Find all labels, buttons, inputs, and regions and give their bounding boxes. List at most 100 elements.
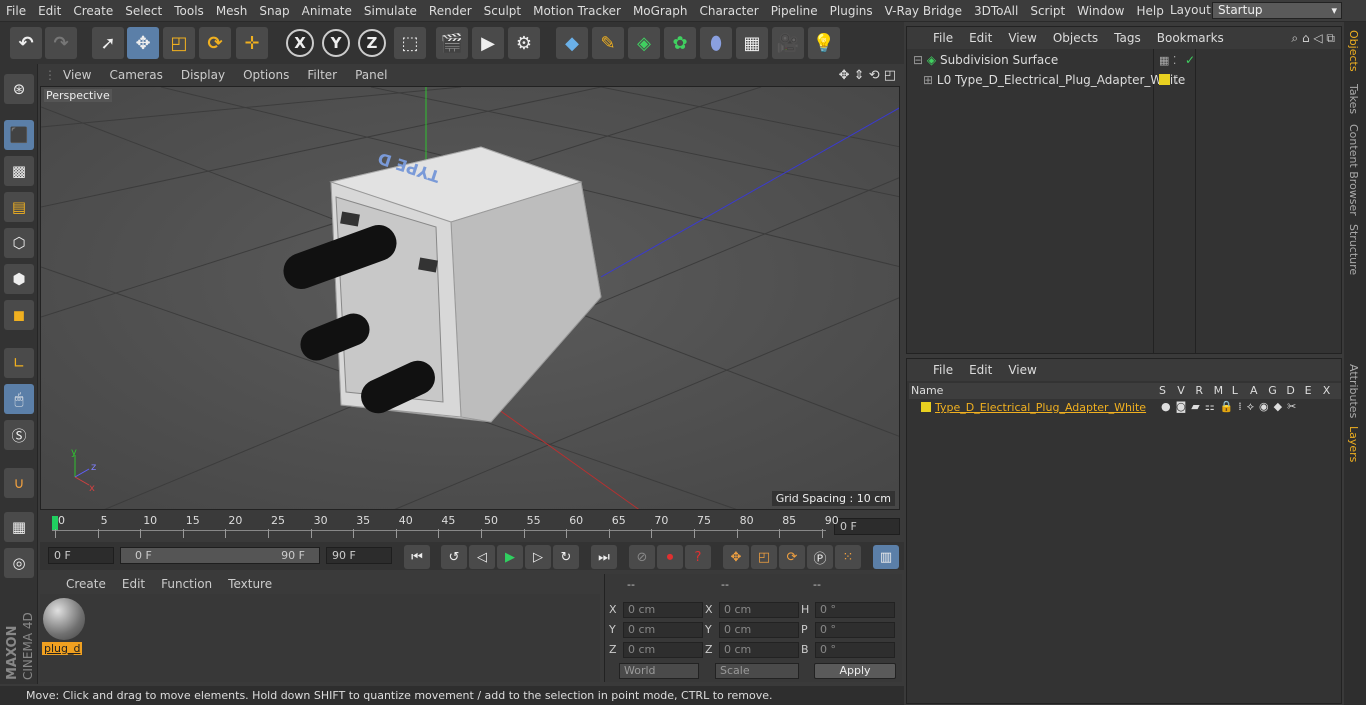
viewport-menu-options[interactable]: Options bbox=[234, 68, 298, 82]
coord-scale-select[interactable]: Scale bbox=[715, 663, 799, 679]
next-frame-icon[interactable]: ▷ bbox=[525, 545, 551, 569]
material-name[interactable]: plug_d bbox=[42, 642, 83, 655]
previous-frame-icon[interactable]: ◁ bbox=[469, 545, 495, 569]
menu-help[interactable]: Help bbox=[1130, 4, 1169, 18]
layer-col-v[interactable]: V bbox=[1177, 384, 1185, 397]
viewport-menu-cameras[interactable]: Cameras bbox=[100, 68, 171, 82]
deformer-icon[interactable]: ⬮ bbox=[700, 27, 732, 59]
render-view-icon[interactable]: 🎬 bbox=[436, 27, 468, 59]
material-menu-edit[interactable]: Edit bbox=[114, 577, 153, 591]
menu-3dtoall[interactable]: 3DToAll bbox=[968, 4, 1024, 18]
layer-col-l[interactable]: L bbox=[1232, 384, 1238, 397]
floor-environment-icon[interactable]: ▦ bbox=[736, 27, 768, 59]
coord-field[interactable]: 0 ° bbox=[815, 622, 895, 638]
texture-mode-icon[interactable]: ▩ bbox=[4, 156, 34, 186]
cube-object-icon[interactable]: ◆ bbox=[556, 27, 588, 59]
make-editable-icon[interactable]: ⊛ bbox=[4, 74, 34, 104]
y-axis-lock-button[interactable]: Y bbox=[322, 29, 350, 57]
menu-script[interactable]: Script bbox=[1024, 4, 1071, 18]
menu-create[interactable]: Create bbox=[67, 4, 119, 18]
camera-icon[interactable]: 🎥 bbox=[772, 27, 804, 59]
obj-menu-edit[interactable]: Edit bbox=[961, 31, 1000, 45]
material-menu-texture[interactable]: Texture bbox=[220, 577, 280, 591]
coord-field[interactable]: 0 cm bbox=[719, 602, 799, 618]
subdivision-enabled-check-icon[interactable]: ✓ bbox=[1185, 53, 1195, 67]
render-settings-icon[interactable]: ⚙ bbox=[508, 27, 540, 59]
layout-select[interactable]: Startup bbox=[1212, 2, 1342, 19]
key-scale-icon[interactable]: ◰ bbox=[751, 545, 777, 569]
timeline-window-icon[interactable]: ▥ bbox=[873, 545, 899, 569]
edges-mode-icon[interactable]: ⬢ bbox=[4, 264, 34, 294]
menu-mesh[interactable]: Mesh bbox=[210, 4, 254, 18]
coord-field[interactable]: 0 ° bbox=[815, 602, 895, 618]
light-icon[interactable]: 💡 bbox=[808, 27, 840, 59]
rotate-tool-icon[interactable]: ⟳ bbox=[199, 27, 231, 59]
layer-col-r[interactable]: R bbox=[1195, 384, 1203, 397]
material-menu-create[interactable]: Create bbox=[58, 577, 114, 591]
coordinate-system-icon[interactable]: ⬚ bbox=[394, 27, 426, 59]
obj-menu-view[interactable]: View bbox=[1000, 31, 1044, 45]
snap-icon[interactable]: Ⓢ bbox=[4, 420, 34, 450]
x-axis-lock-button[interactable]: X bbox=[286, 29, 314, 57]
menu-sculpt[interactable]: Sculpt bbox=[478, 4, 527, 18]
coord-mode-select[interactable]: World bbox=[619, 663, 699, 679]
plug-visibility-icons[interactable]: ⁚ bbox=[1175, 73, 1179, 86]
keyframe-selection-icon[interactable]: ? bbox=[685, 545, 711, 569]
timeline-ruler[interactable]: 0 F 0 5 10 15 20 25 30 35 40 45 50 55 60 65 70 75 80 85 90 bbox=[40, 512, 904, 542]
viewport-nav-icons[interactable]: ✥ ⇕ ⟲ ◰ bbox=[839, 68, 896, 83]
menu-pipeline[interactable]: Pipeline bbox=[765, 4, 824, 18]
layer-col-g[interactable]: G bbox=[1268, 384, 1277, 397]
tab-structure[interactable]: Structure bbox=[1347, 224, 1360, 275]
menu-mograph[interactable]: MoGraph bbox=[627, 4, 694, 18]
next-key-icon[interactable]: ↻ bbox=[553, 545, 579, 569]
record-keys-icon[interactable]: ⊘ bbox=[629, 545, 655, 569]
model-mode-icon[interactable]: ⬛ bbox=[4, 120, 34, 150]
undo-icon[interactable]: ↶ bbox=[10, 27, 42, 59]
grid-lock-icon[interactable]: ▦ bbox=[4, 512, 34, 542]
redo-icon[interactable]: ↷ bbox=[45, 27, 77, 59]
viewport-menu-view[interactable]: View bbox=[54, 68, 100, 82]
apply-button[interactable]: Apply bbox=[814, 663, 896, 679]
key-rotation-icon[interactable]: ⟳ bbox=[779, 545, 805, 569]
layer-menu-view[interactable]: View bbox=[1000, 363, 1044, 377]
scale-tool-icon[interactable]: ◰ bbox=[163, 27, 195, 59]
magnet-icon[interactable]: ∪ bbox=[4, 468, 34, 498]
axis-mode-icon[interactable]: ∟ bbox=[4, 348, 34, 378]
layer-col-x[interactable]: X bbox=[1323, 384, 1331, 397]
key-parameter-icon[interactable]: Ⓟ bbox=[807, 545, 833, 569]
layer-name[interactable]: Type_D_Electrical_Plug_Adapter_White bbox=[935, 401, 1146, 414]
material-menu-function[interactable]: Function bbox=[153, 577, 220, 591]
menu-window[interactable]: Window bbox=[1071, 4, 1130, 18]
viewport-menu-filter[interactable]: Filter bbox=[298, 68, 346, 82]
menu-motion-tracker[interactable]: Motion Tracker bbox=[527, 4, 627, 18]
tree-expand-icon[interactable]: ⊞ bbox=[923, 73, 933, 87]
coord-field[interactable]: 0 cm bbox=[719, 642, 799, 658]
coord-field[interactable]: 0 cm bbox=[623, 642, 703, 658]
obj-menu-objects[interactable]: Objects bbox=[1045, 31, 1106, 45]
select-tool-icon[interactable]: ➚ bbox=[92, 27, 124, 59]
current-frame-field[interactable]: 0 F bbox=[834, 518, 900, 535]
workplane-icon[interactable]: ▤ bbox=[4, 192, 34, 222]
tab-content-browser[interactable]: Content Browser bbox=[1347, 124, 1360, 216]
key-position-icon[interactable]: ✥ bbox=[723, 545, 749, 569]
layer-col-d[interactable]: D bbox=[1286, 384, 1294, 397]
menu-render[interactable]: Render bbox=[423, 4, 478, 18]
workplane-lock-icon[interactable]: ◎ bbox=[4, 548, 34, 578]
viewport-3d[interactable]: TYPE D y z x Perspective Grid Spacing : … bbox=[40, 86, 900, 510]
tab-layers[interactable]: Layers bbox=[1347, 426, 1360, 462]
object-manager-nav-icons[interactable]: ⌕ ⌂ ◁ ⧉ bbox=[1291, 31, 1335, 46]
frame-range-slider[interactable]: 0 F 90 F bbox=[120, 547, 320, 564]
polygons-mode-icon[interactable]: ◼ bbox=[4, 300, 34, 330]
menu-v-ray-bridge[interactable]: V-Ray Bridge bbox=[879, 4, 968, 18]
play-icon[interactable]: ▶ bbox=[497, 545, 523, 569]
menu-animate[interactable]: Animate bbox=[296, 4, 358, 18]
pen-spline-icon[interactable]: ✎ bbox=[592, 27, 624, 59]
object-name[interactable]: Type_D_Electrical_Plug_Adapter_White bbox=[955, 73, 1185, 87]
obj-menu-tags[interactable]: Tags bbox=[1106, 31, 1149, 45]
viewport-menu-panel[interactable]: Panel bbox=[346, 68, 396, 82]
layer-col-e[interactable]: E bbox=[1305, 384, 1312, 397]
previous-key-icon[interactable]: ↺ bbox=[441, 545, 467, 569]
go-to-start-icon[interactable]: ⏮ bbox=[404, 545, 430, 569]
layer-menu-file[interactable]: File bbox=[925, 363, 961, 377]
obj-menu-bookmarks[interactable]: Bookmarks bbox=[1149, 31, 1232, 45]
